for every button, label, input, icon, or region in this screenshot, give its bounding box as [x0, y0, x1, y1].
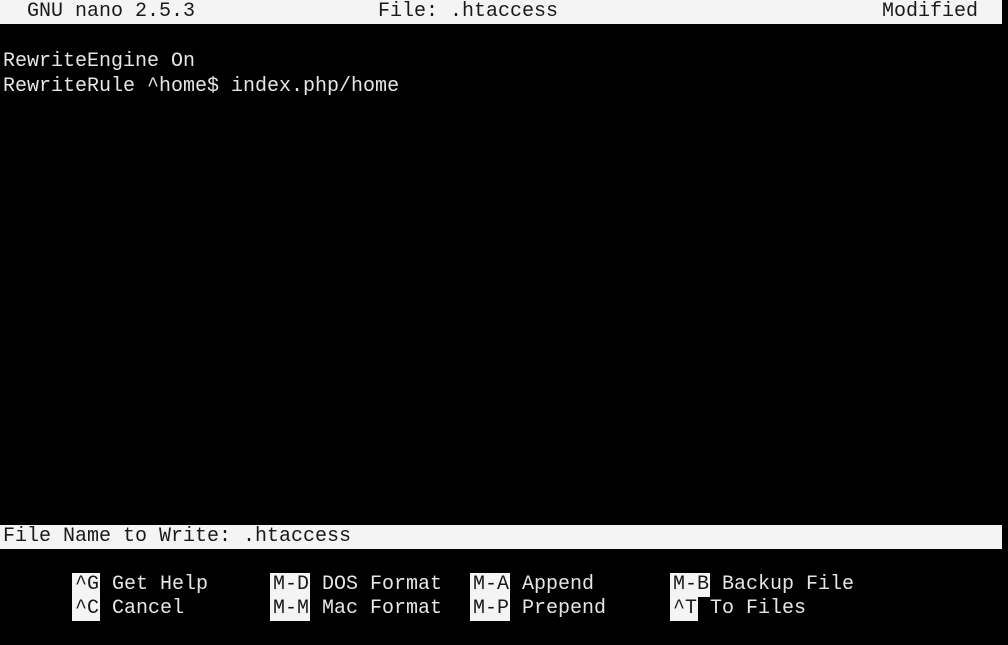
modified-status: Modified — [881, 0, 978, 23]
shortcut-bar: ^G Get Help M-D DOS Format M-A Append M-B Ba… — [0, 549, 1008, 621]
shortcut-get-help[interactable]: ^G Get Help — [0, 549, 208, 597]
shortcut-backup-file[interactable]: M-B Backup File — [598, 549, 854, 597]
shortcut-to-files[interactable]: ^T To Files — [598, 573, 806, 621]
editor-buffer[interactable]: RewriteEngine On RewriteRule ^home$ inde… — [3, 49, 998, 519]
filename-prompt[interactable]: File Name to Write: .htaccess — [0, 525, 1002, 549]
shortcut-label: Cancel — [112, 597, 185, 620]
shortcut-label: Prepend — [522, 597, 607, 620]
shortcut-cancel[interactable]: ^C Cancel — [0, 573, 184, 621]
shortcut-key: ^C — [72, 597, 101, 621]
shortcut-prepend[interactable]: M-P Prepend — [398, 573, 606, 621]
buffer-line-2: RewriteRule ^home$ index.php/home — [3, 75, 400, 98]
filename-prompt-input[interactable]: File Name to Write: .htaccess — [3, 525, 351, 549]
app-version: GNU nano 2.5.3 — [27, 0, 196, 23]
shortcut-key: M-M — [270, 597, 311, 621]
terminal-window[interactable]: GNU nano 2.5.3 File: .htaccess Modified … — [0, 0, 1008, 621]
shortcut-append[interactable]: M-A Append — [398, 549, 594, 597]
file-name-title: File: .htaccess — [378, 0, 559, 23]
shortcut-key: M-P — [470, 597, 511, 621]
buffer-line-1: RewriteEngine On — [3, 50, 196, 73]
nano-title-bar: GNU nano 2.5.3 File: .htaccess Modified — [0, 0, 1002, 24]
shortcut-label: To Files — [710, 597, 807, 620]
shortcut-key: ^T — [670, 597, 699, 621]
